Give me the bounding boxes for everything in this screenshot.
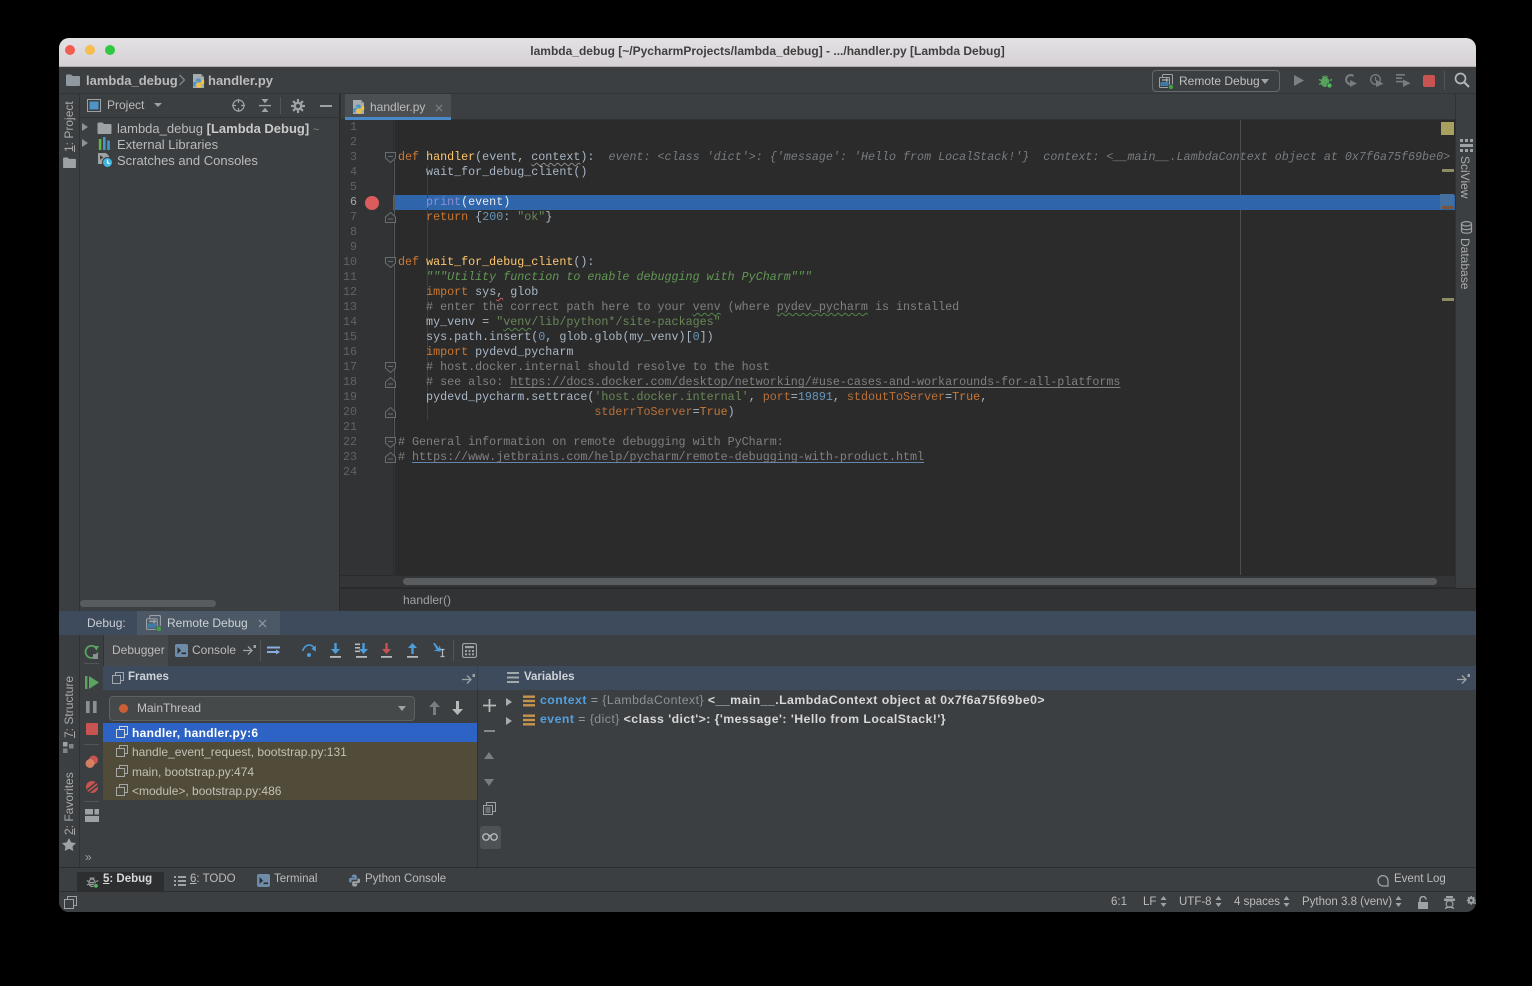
svg-text:?: ? [1474,901,1476,910]
